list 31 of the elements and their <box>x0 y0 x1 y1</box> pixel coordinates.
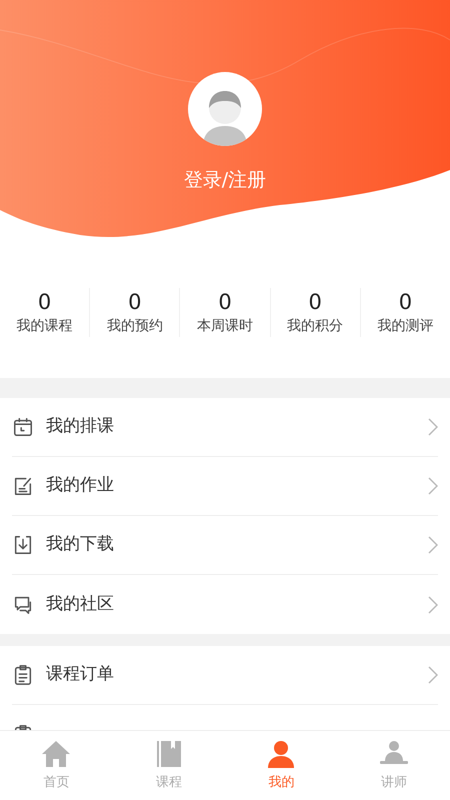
clipboard-icon <box>12 664 34 686</box>
stat-value: 0 <box>128 288 142 316</box>
stat-value: 0 <box>308 288 322 316</box>
edit-icon <box>12 475 34 497</box>
chevron-right-icon <box>428 666 438 684</box>
chevron-right-icon <box>428 536 438 554</box>
stat-label[interactable]: 我的预约 <box>106 316 163 336</box>
menu-item[interactable]: 我的下载 <box>12 516 438 575</box>
stat-label[interactable]: 我的测评 <box>377 316 434 336</box>
stat-label[interactable]: 本周课时 <box>197 316 253 336</box>
menu-label: 我的作业 <box>46 474 115 498</box>
menu-label: 我的排课 <box>46 415 115 438</box>
menu-item[interactable]: 课程订单 <box>12 646 438 705</box>
calendar-icon <box>12 416 34 438</box>
stat-label[interactable]: 我的积分 <box>287 316 344 336</box>
menu-item[interactable]: 我的社区 <box>12 575 438 634</box>
home-icon <box>41 738 72 769</box>
user-icon <box>266 738 296 769</box>
stat-value: 0 <box>218 288 232 316</box>
menu-label: 课程订单 <box>46 663 115 686</box>
menu-item[interactable]: 我的作业 <box>12 457 438 516</box>
chevron-right-icon <box>428 596 438 614</box>
menu-label: 我的社区 <box>46 592 115 616</box>
stat-label[interactable]: 我的课程 <box>16 316 73 336</box>
download-icon <box>12 534 34 556</box>
menu-label: 我的下载 <box>46 533 115 556</box>
menu-item[interactable]: 我的排课 <box>12 398 438 457</box>
chevron-right-icon <box>428 418 438 436</box>
chevron-right-icon <box>428 477 438 495</box>
stat-value: 0 <box>38 288 52 316</box>
stat-value: 0 <box>398 288 412 316</box>
